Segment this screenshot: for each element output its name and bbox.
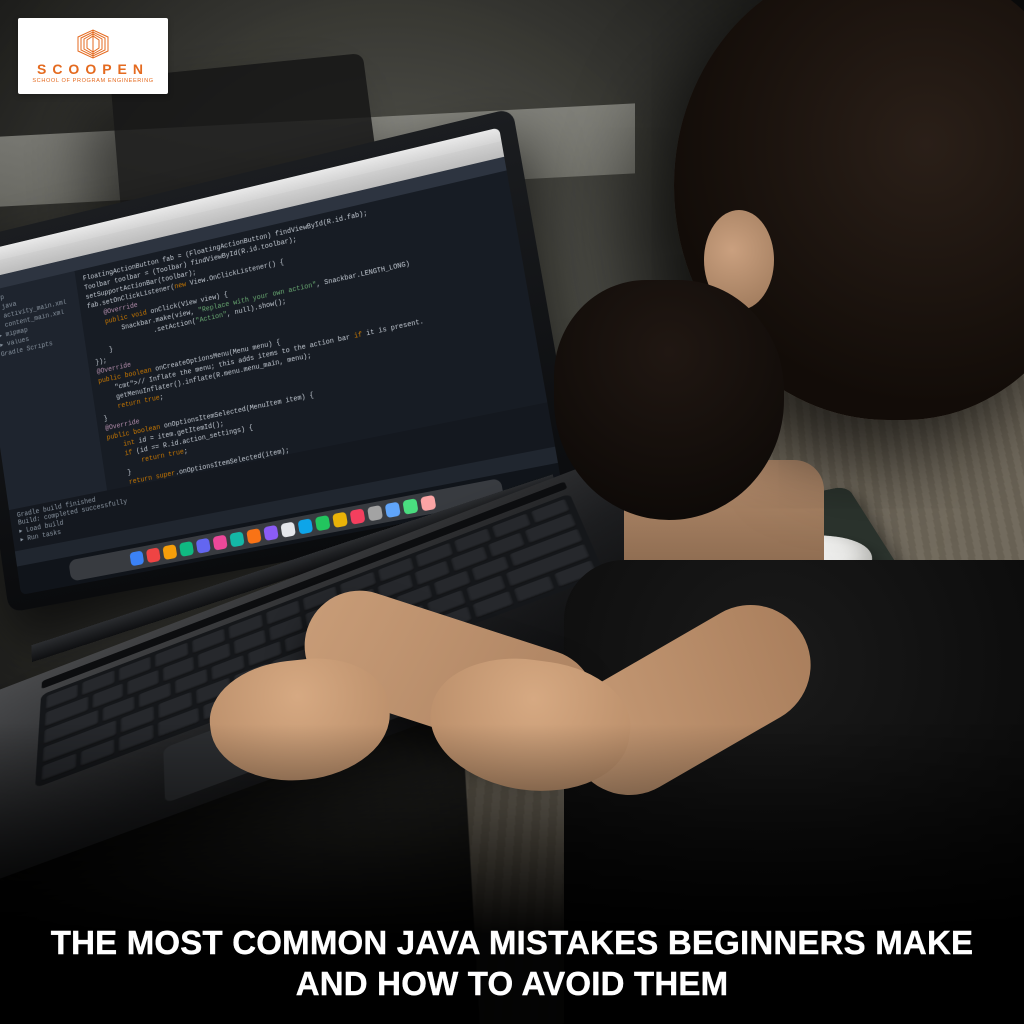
dock-app-icon [298,518,314,534]
logo-brand-text: SCOOPEN [37,61,149,77]
dock-app-icon [179,541,194,557]
brand-logo: SCOOPEN SCHOOL OF PROGRAM ENGINEERING [18,18,168,94]
dock-app-icon [162,544,177,560]
headline-line-1: THE MOST COMMON JAVA MISTAKES BEGINNERS … [0,922,1024,963]
logo-subtitle: SCHOOL OF PROGRAM ENGINEERING [32,78,153,84]
dock-app-icon [196,538,211,554]
dock-app-icon [146,547,161,563]
dock-app-icon [350,508,366,524]
dock-app-icon [420,495,436,512]
dock-app-icon [129,550,144,566]
person-beard [554,280,784,520]
dock-app-icon [229,531,244,547]
dock-app-icon [263,525,278,541]
dock-app-icon [280,522,296,538]
dock-app-icon [213,535,228,551]
dock-app-icon [332,512,348,528]
promo-image: ▸ app ▾ java activity_main.xml content_m… [0,0,1024,1024]
dock-app-icon [246,528,261,544]
dock-app-icon [385,502,401,519]
headline: THE MOST COMMON JAVA MISTAKES BEGINNERS … [0,922,1024,1005]
dock-app-icon [315,515,331,531]
logo-mark-icon [74,29,112,59]
dock-app-icon [367,505,383,521]
dock-app-icon [402,498,418,515]
headline-line-2: AND HOW TO AVOID THEM [0,963,1024,1004]
